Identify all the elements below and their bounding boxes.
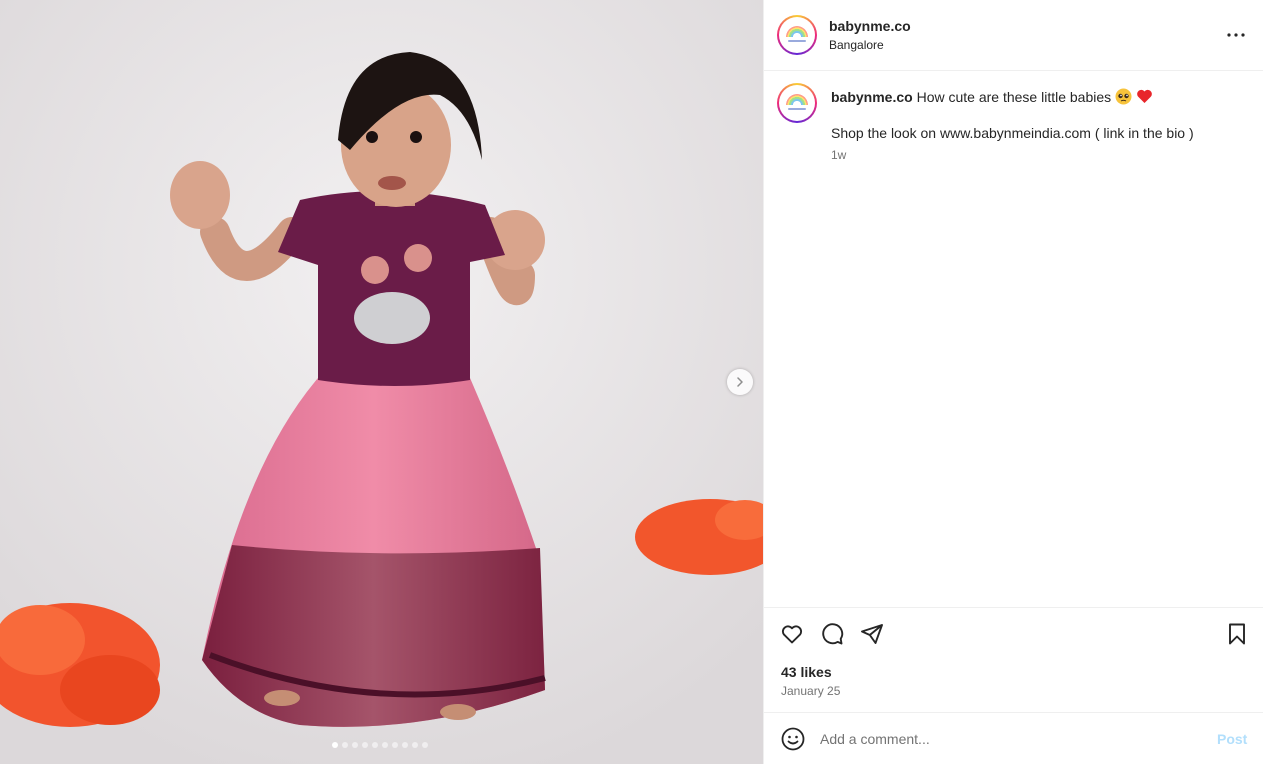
more-options-button[interactable]: [1224, 26, 1248, 44]
post-details-panel: babynme.co Bangalore babynme.co How cute…: [763, 0, 1263, 764]
carousel-dot: [392, 742, 398, 748]
avatar[interactable]: [777, 15, 817, 55]
comment-button[interactable]: [819, 621, 845, 647]
emoji-button[interactable]: [780, 726, 806, 752]
post-date: January 25: [781, 684, 841, 698]
post-photo: [0, 0, 763, 764]
carousel-dot: [412, 742, 418, 748]
smiley-icon: [781, 727, 805, 751]
carousel-dot: [402, 742, 408, 748]
save-button[interactable]: [1224, 621, 1250, 647]
next-slide-button[interactable]: [727, 369, 753, 395]
caption-avatar[interactable]: [777, 83, 817, 123]
comment-input[interactable]: [820, 729, 1200, 749]
post-actions: 43 likes January 25: [764, 607, 1263, 712]
comment-icon: [822, 623, 844, 645]
comment-bar: Post: [764, 712, 1263, 764]
carousel-dot: [352, 742, 358, 748]
carousel-indicator: [332, 742, 428, 748]
post-comment-button[interactable]: Post: [1217, 731, 1247, 747]
more-horizontal-icon: [1227, 33, 1245, 37]
like-button[interactable]: [779, 621, 805, 647]
caption-text: babynme.co How cute are these little bab…: [831, 88, 1153, 106]
share-icon: [861, 624, 883, 644]
likes-count[interactable]: 43 likes: [781, 664, 832, 680]
caption-timestamp[interactable]: 1w: [831, 148, 846, 162]
caption-link-line: Shop the look on www.babynmeindia.com ( …: [831, 125, 1194, 141]
username[interactable]: babynme.co: [829, 18, 911, 34]
carousel-dot: [382, 742, 388, 748]
share-button[interactable]: [859, 621, 885, 647]
rainbow-logo-icon: [786, 94, 808, 105]
carousel-dot: [372, 742, 378, 748]
heart-icon: [781, 625, 803, 644]
post-media[interactable]: [0, 0, 763, 764]
pleading-face-icon: [1115, 88, 1132, 105]
carousel-dot: [342, 742, 348, 748]
post-header: babynme.co Bangalore: [764, 0, 1263, 71]
carousel-dot: [332, 742, 338, 748]
caption-username[interactable]: babynme.co: [831, 89, 913, 105]
chevron-right-icon: [737, 377, 743, 387]
rainbow-logo-icon: [786, 26, 808, 37]
caption-body: How cute are these little babies: [916, 89, 1112, 105]
location[interactable]: Bangalore: [829, 38, 884, 52]
carousel-dot: [362, 742, 368, 748]
red-heart-icon: [1137, 89, 1152, 103]
bookmark-icon: [1229, 623, 1245, 645]
carousel-dot: [422, 742, 428, 748]
